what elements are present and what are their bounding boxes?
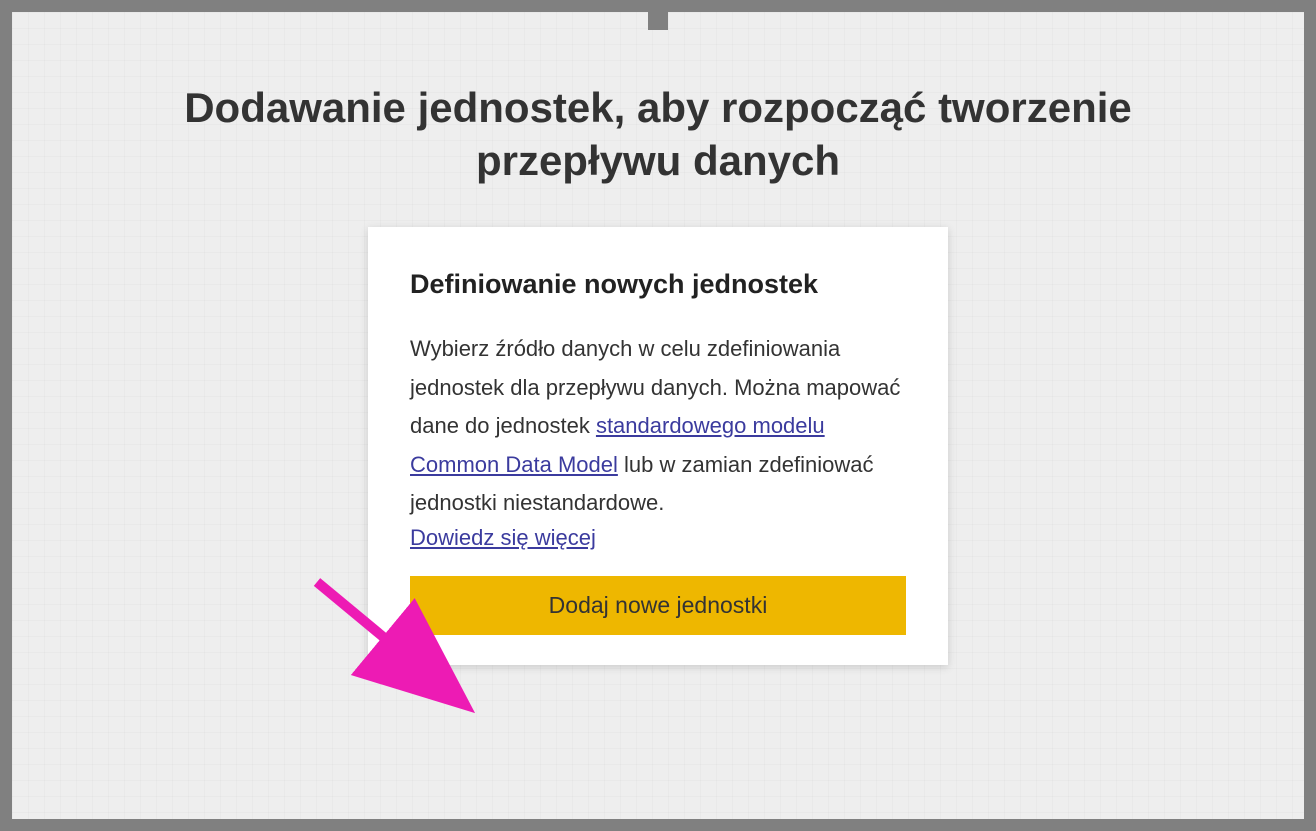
learn-more-link[interactable]: Dowiedz się więcej [410,525,596,551]
add-new-entities-button[interactable]: Dodaj nowe jednostki [410,576,906,635]
card-title: Definiowanie nowych jednostek [410,269,906,300]
page-title: Dodawanie jednostek, aby rozpocząć tworz… [12,82,1304,187]
top-notch-decoration [648,12,668,30]
card-description: Wybierz źródło danych w celu zdefiniowan… [410,330,906,523]
content-area: Dodawanie jednostek, aby rozpocząć tworz… [12,12,1304,819]
define-entities-card: Definiowanie nowych jednostek Wybierz źr… [368,227,948,665]
